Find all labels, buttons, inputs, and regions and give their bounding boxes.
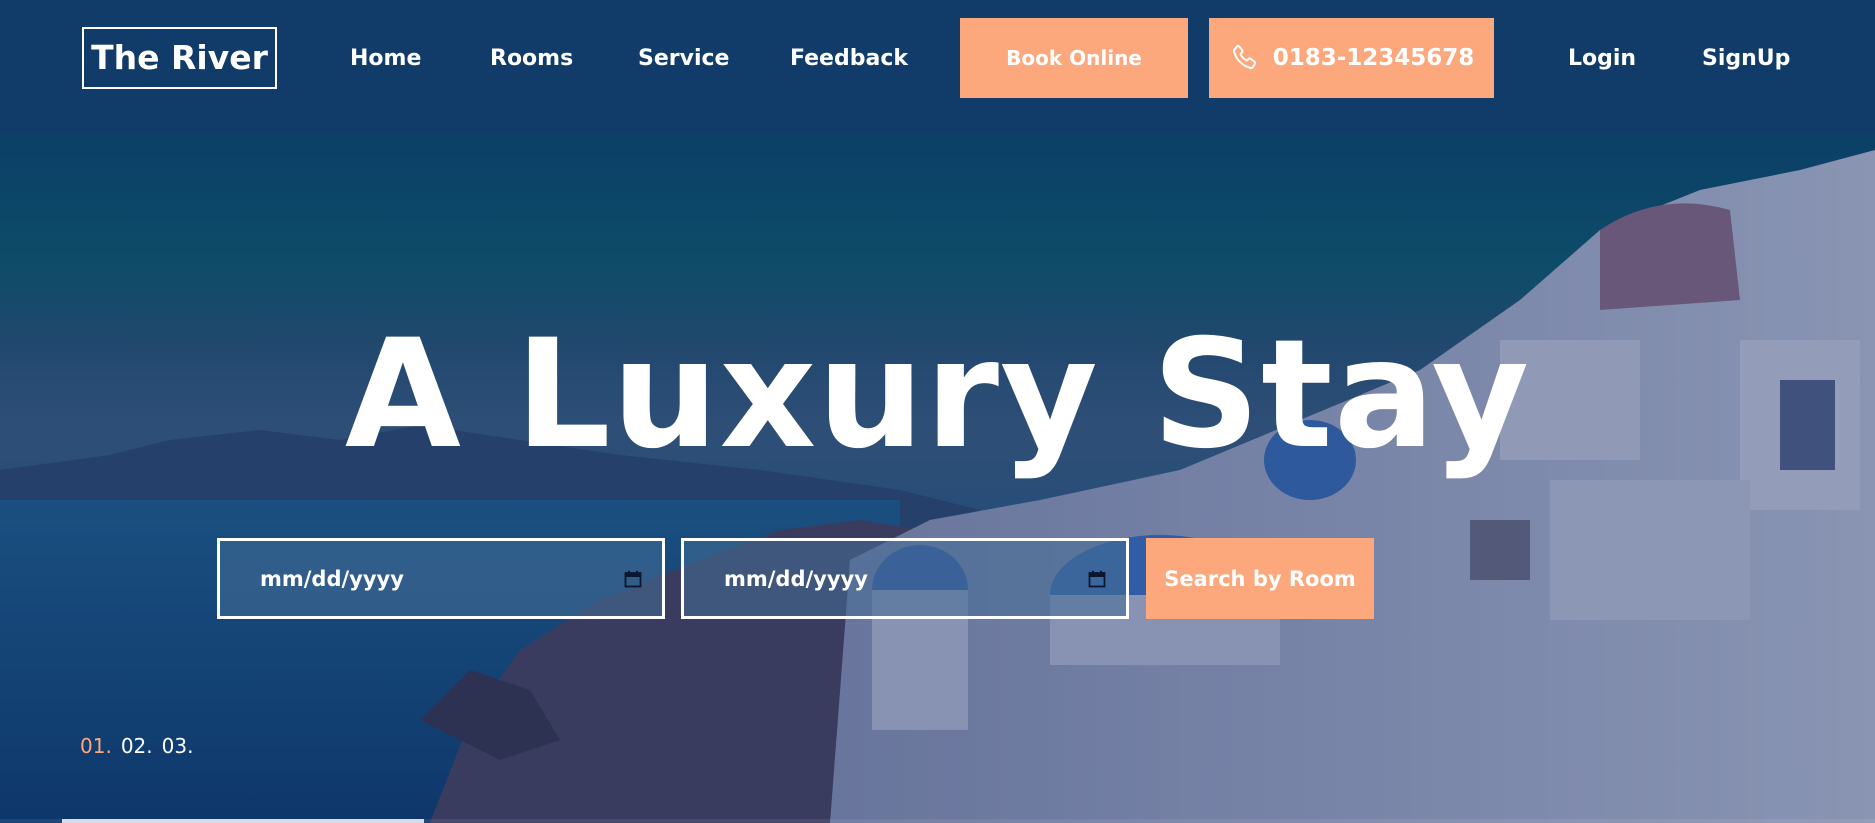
login-link[interactable]: Login: [1568, 42, 1636, 76]
nav-item-home[interactable]: Home: [350, 42, 421, 76]
book-online-label: Book Online: [1006, 46, 1142, 70]
slide-number-3[interactable]: 03.: [162, 734, 194, 758]
hero-headline: A Luxury Stay: [344, 308, 1531, 482]
slide-progress-track: [0, 819, 1875, 823]
checkin-date-input[interactable]: mm/dd/yyyy: [217, 538, 665, 619]
calendar-icon[interactable]: [1088, 570, 1106, 588]
phone-button[interactable]: 0183-12345678: [1209, 18, 1494, 98]
checkout-date-input[interactable]: mm/dd/yyyy: [681, 538, 1129, 619]
signup-link[interactable]: SignUp: [1702, 42, 1790, 76]
nav-item-service[interactable]: Service: [638, 42, 729, 76]
search-by-room-button[interactable]: Search by Room: [1146, 538, 1374, 619]
book-online-button[interactable]: Book Online: [960, 18, 1188, 98]
checkin-date-placeholder: mm/dd/yyyy: [260, 566, 404, 591]
page: The River Home Rooms Service Feedback Bo…: [0, 0, 1875, 823]
slide-indicator: 01. 02. 03.: [80, 734, 193, 758]
brand-logo[interactable]: The River: [82, 27, 277, 89]
top-navbar: The River Home Rooms Service Feedback Bo…: [0, 0, 1875, 133]
phone-icon: [1232, 44, 1256, 69]
nav-item-feedback[interactable]: Feedback: [790, 42, 908, 76]
slide-number-2[interactable]: 02.: [121, 734, 153, 758]
search-by-room-label: Search by Room: [1164, 566, 1356, 591]
nav-item-rooms[interactable]: Rooms: [490, 42, 573, 76]
checkout-date-placeholder: mm/dd/yyyy: [724, 566, 868, 591]
slide-progress-bar: [62, 819, 424, 823]
calendar-icon[interactable]: [624, 570, 642, 588]
phone-number: 0183-12345678: [1272, 45, 1475, 71]
slide-number-1[interactable]: 01.: [80, 734, 112, 758]
